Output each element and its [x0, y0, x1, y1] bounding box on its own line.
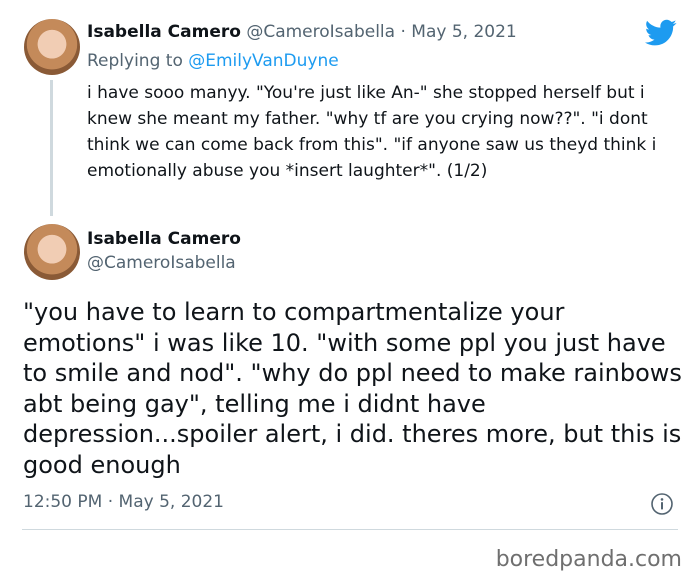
watermark: boredpanda.com [495, 547, 682, 572]
reply-to-handle[interactable]: @EmilyVanDuyne [188, 51, 338, 71]
tweet1-date[interactable]: May 5, 2021 [411, 22, 516, 42]
tweet2-text: "you have to learn to compartmentalize y… [23, 298, 682, 479]
tweet2-separator: · [107, 492, 114, 512]
twitter-bird-icon[interactable] [645, 19, 677, 47]
tweet1-reply-context: Replying to @EmilyVanDuyne [87, 51, 339, 71]
footer-divider [22, 529, 678, 530]
tweet2-author-handle[interactable]: @CameroIsabella [87, 253, 236, 273]
thread-connector-line [50, 80, 53, 216]
tweet1-author-handle[interactable]: @CameroIsabella [246, 22, 395, 42]
tweet1-separator: · [400, 22, 406, 42]
tweet2-author-name[interactable]: Isabella Camero [87, 229, 241, 249]
avatar-tweet2[interactable] [24, 224, 80, 280]
tweet1-header: Isabella Camero @CameroIsabella · May 5,… [87, 22, 517, 42]
tweet1-author-name[interactable]: Isabella Camero [87, 22, 241, 42]
tweet2-timestamp[interactable]: 12:50 PM · May 5, 2021 [23, 492, 224, 512]
tweet2-date: May 5, 2021 [118, 492, 224, 512]
tweet2-time: 12:50 PM [23, 492, 103, 512]
tweet1-text: i have sooo manyy. "You're just like An-… [87, 83, 657, 181]
avatar-tweet1[interactable] [24, 19, 80, 75]
reply-prefix: Replying to [87, 51, 183, 71]
info-icon[interactable] [650, 492, 674, 516]
